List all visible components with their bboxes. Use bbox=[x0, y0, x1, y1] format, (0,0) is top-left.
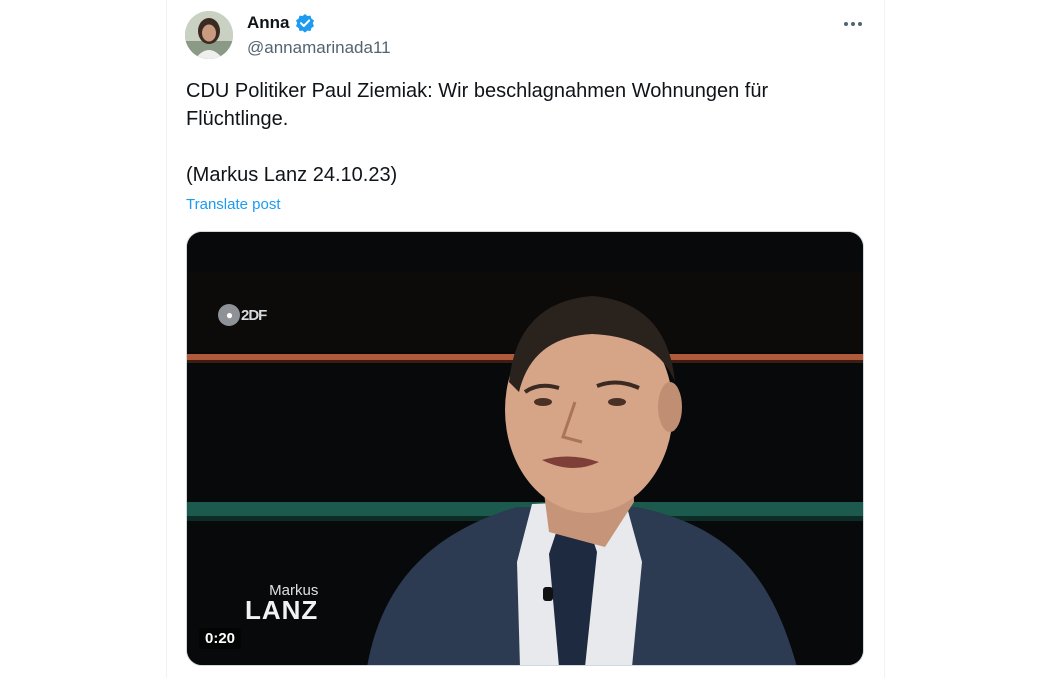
avatar-image bbox=[185, 11, 233, 59]
channel-logo-circle: ● bbox=[218, 304, 240, 326]
channel-logo: ● 2DF bbox=[218, 304, 267, 326]
video-timer: 0:20 bbox=[199, 628, 242, 649]
avatar[interactable] bbox=[185, 11, 233, 59]
more-horizontal-icon bbox=[844, 22, 862, 26]
show-logo: Markus LANZ bbox=[245, 582, 318, 626]
page: Anna @annamarinada11 CDU Politiker Paul … bbox=[0, 0, 1050, 678]
author-handle[interactable]: @annamarinada11 bbox=[247, 38, 391, 58]
author-name-row[interactable]: Anna bbox=[247, 13, 315, 33]
channel-logo-text: 2DF bbox=[241, 306, 267, 324]
verified-badge-icon[interactable] bbox=[295, 13, 315, 33]
translate-post-link[interactable]: Translate post bbox=[186, 196, 281, 213]
show-logo-line2: LANZ bbox=[245, 595, 319, 625]
display-name[interactable]: Anna bbox=[247, 13, 290, 33]
post-text: CDU Politiker Paul Ziemiak: Wir beschlag… bbox=[186, 80, 769, 186]
show-logo-line1: Markus bbox=[269, 582, 319, 599]
more-options-button[interactable] bbox=[838, 9, 868, 39]
video-player[interactable]: ● 2DF Markus LANZ 0:20 bbox=[186, 231, 864, 666]
